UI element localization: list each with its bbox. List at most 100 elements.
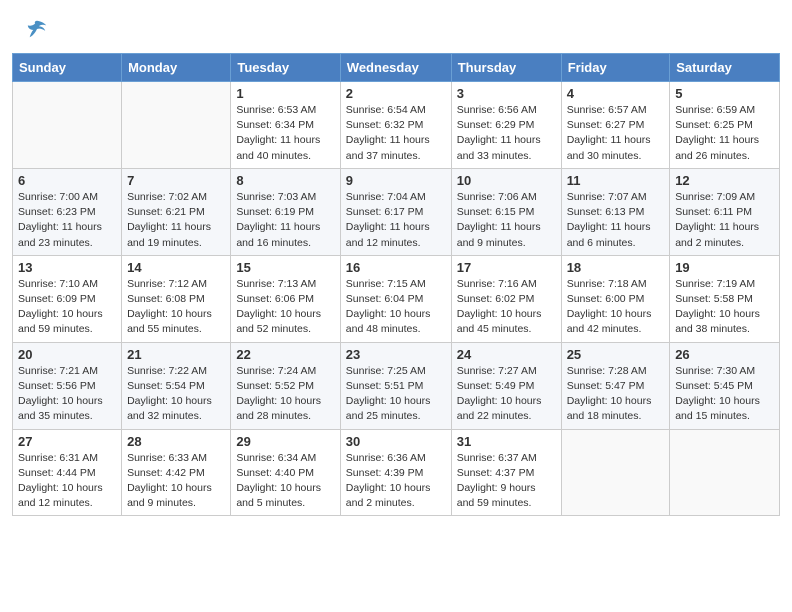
calendar-cell: 29 Sunrise: 6:34 AM Sunset: 4:40 PM Dayli… — [231, 429, 340, 516]
calendar-cell: 11 Sunrise: 7:07 AM Sunset: 6:13 PM Dayli… — [561, 168, 670, 255]
weekday-header-friday: Friday — [561, 54, 670, 82]
day-number: 1 — [236, 86, 334, 101]
calendar-cell: 6Sunrise: 7:00 AM Sunset: 6:23 PM Daylig… — [13, 168, 122, 255]
calendar-cell: 20Sunrise: 7:21 AM Sunset: 5:56 PM Dayli… — [13, 342, 122, 429]
calendar-cell: 27Sunrise: 6:31 AM Sunset: 4:44 PM Dayli… — [13, 429, 122, 516]
day-info: Sunrise: 7:10 AM Sunset: 6:09 PM Dayligh… — [18, 277, 116, 338]
calendar-cell: 13 Sunrise: 7:10 AM Sunset: 6:09 PM Dayli… — [13, 255, 122, 342]
calendar-cell — [122, 82, 231, 169]
calendar-cell: 17 Sunrise: 7:16 AM Sunset: 6:02 PM Dayli… — [451, 255, 561, 342]
calendar-cell: 14Sunrise: 7:12 AM Sunset: 6:08 PM Dayli… — [122, 255, 231, 342]
calendar-week-1: 1 Sunrise: 6:53 AM Sunset: 6:34 PM Daylig… — [13, 82, 780, 169]
calendar-cell: 23 Sunrise: 7:25 AM Sunset: 5:51 PM Dayli… — [340, 342, 451, 429]
day-info: Sunrise: 7:03 AM Sunset: 6:19 PM Dayligh… — [236, 190, 334, 251]
calendar-week-4: 20Sunrise: 7:21 AM Sunset: 5:56 PM Dayli… — [13, 342, 780, 429]
calendar-cell: 5Sunrise: 6:59 AM Sunset: 6:25 PM Daylig… — [670, 82, 780, 169]
day-info: Sunrise: 7:04 AM Sunset: 6:17 PM Dayligh… — [346, 190, 446, 251]
day-number: 9 — [346, 173, 446, 188]
day-number: 21 — [127, 347, 225, 362]
logo — [24, 18, 48, 45]
day-number: 7 — [127, 173, 225, 188]
calendar-cell: 18Sunrise: 7:18 AM Sunset: 6:00 PM Dayli… — [561, 255, 670, 342]
day-number: 5 — [675, 86, 774, 101]
day-info: Sunrise: 7:02 AM Sunset: 6:21 PM Dayligh… — [127, 190, 225, 251]
day-info: Sunrise: 6:54 AM Sunset: 6:32 PM Dayligh… — [346, 103, 446, 164]
day-info: Sunrise: 7:13 AM Sunset: 6:06 PM Dayligh… — [236, 277, 334, 338]
day-info: Sunrise: 7:21 AM Sunset: 5:56 PM Dayligh… — [18, 364, 116, 425]
day-info: Sunrise: 7:19 AM Sunset: 5:58 PM Dayligh… — [675, 277, 774, 338]
calendar-cell: 28Sunrise: 6:33 AM Sunset: 4:42 PM Dayli… — [122, 429, 231, 516]
day-number: 17 — [457, 260, 556, 275]
day-number: 25 — [567, 347, 665, 362]
day-number: 8 — [236, 173, 334, 188]
day-info: Sunrise: 7:15 AM Sunset: 6:04 PM Dayligh… — [346, 277, 446, 338]
weekday-header-thursday: Thursday — [451, 54, 561, 82]
calendar-cell: 9 Sunrise: 7:04 AM Sunset: 6:17 PM Daylig… — [340, 168, 451, 255]
calendar-cell — [561, 429, 670, 516]
day-number: 3 — [457, 86, 556, 101]
day-number: 12 — [675, 173, 774, 188]
calendar-container: SundayMondayTuesdayWednesdayThursdayFrid… — [0, 53, 792, 528]
calendar-cell: 4 Sunrise: 6:57 AM Sunset: 6:27 PM Daylig… — [561, 82, 670, 169]
day-number: 16 — [346, 260, 446, 275]
calendar-cell: 12 Sunrise: 7:09 AM Sunset: 6:11 PM Dayli… — [670, 168, 780, 255]
calendar-week-5: 27Sunrise: 6:31 AM Sunset: 4:44 PM Dayli… — [13, 429, 780, 516]
day-info: Sunrise: 6:53 AM Sunset: 6:34 PM Dayligh… — [236, 103, 334, 164]
calendar-cell — [670, 429, 780, 516]
day-number: 10 — [457, 173, 556, 188]
day-info: Sunrise: 6:37 AM Sunset: 4:37 PM Dayligh… — [457, 451, 556, 512]
calendar-table: SundayMondayTuesdayWednesdayThursdayFrid… — [12, 53, 780, 516]
calendar-cell: 3 Sunrise: 6:56 AM Sunset: 6:29 PM Daylig… — [451, 82, 561, 169]
day-info: Sunrise: 6:36 AM Sunset: 4:39 PM Dayligh… — [346, 451, 446, 512]
calendar-week-2: 6Sunrise: 7:00 AM Sunset: 6:23 PM Daylig… — [13, 168, 780, 255]
weekday-header-monday: Monday — [122, 54, 231, 82]
day-info: Sunrise: 7:07 AM Sunset: 6:13 PM Dayligh… — [567, 190, 665, 251]
calendar-cell: 19 Sunrise: 7:19 AM Sunset: 5:58 PM Dayli… — [670, 255, 780, 342]
day-number: 23 — [346, 347, 446, 362]
calendar-cell: 25 Sunrise: 7:28 AM Sunset: 5:47 PM Dayli… — [561, 342, 670, 429]
day-number: 15 — [236, 260, 334, 275]
weekday-header-saturday: Saturday — [670, 54, 780, 82]
day-info: Sunrise: 7:25 AM Sunset: 5:51 PM Dayligh… — [346, 364, 446, 425]
day-number: 29 — [236, 434, 334, 449]
logo-text — [24, 18, 48, 45]
calendar-cell: 15 Sunrise: 7:13 AM Sunset: 6:06 PM Dayli… — [231, 255, 340, 342]
calendar-cell: 2Sunrise: 6:54 AM Sunset: 6:32 PM Daylig… — [340, 82, 451, 169]
calendar-cell: 26 Sunrise: 7:30 AM Sunset: 5:45 PM Dayli… — [670, 342, 780, 429]
calendar-cell: 31 Sunrise: 6:37 AM Sunset: 4:37 PM Dayli… — [451, 429, 561, 516]
calendar-cell: 24Sunrise: 7:27 AM Sunset: 5:49 PM Dayli… — [451, 342, 561, 429]
day-number: 24 — [457, 347, 556, 362]
day-info: Sunrise: 6:33 AM Sunset: 4:42 PM Dayligh… — [127, 451, 225, 512]
calendar-body: 1 Sunrise: 6:53 AM Sunset: 6:34 PM Daylig… — [13, 82, 780, 516]
day-info: Sunrise: 6:34 AM Sunset: 4:40 PM Dayligh… — [236, 451, 334, 512]
weekday-header-tuesday: Tuesday — [231, 54, 340, 82]
weekday-header-row: SundayMondayTuesdayWednesdayThursdayFrid… — [13, 54, 780, 82]
day-number: 18 — [567, 260, 665, 275]
day-info: Sunrise: 6:56 AM Sunset: 6:29 PM Dayligh… — [457, 103, 556, 164]
day-info: Sunrise: 7:09 AM Sunset: 6:11 PM Dayligh… — [675, 190, 774, 251]
calendar-cell: 21Sunrise: 7:22 AM Sunset: 5:54 PM Dayli… — [122, 342, 231, 429]
calendar-cell: 30Sunrise: 6:36 AM Sunset: 4:39 PM Dayli… — [340, 429, 451, 516]
day-number: 4 — [567, 86, 665, 101]
day-number: 13 — [18, 260, 116, 275]
day-info: Sunrise: 7:12 AM Sunset: 6:08 PM Dayligh… — [127, 277, 225, 338]
calendar-cell: 22 Sunrise: 7:24 AM Sunset: 5:52 PM Dayli… — [231, 342, 340, 429]
calendar-cell: 7 Sunrise: 7:02 AM Sunset: 6:21 PM Daylig… — [122, 168, 231, 255]
calendar-cell: 1 Sunrise: 6:53 AM Sunset: 6:34 PM Daylig… — [231, 82, 340, 169]
day-info: Sunrise: 7:24 AM Sunset: 5:52 PM Dayligh… — [236, 364, 334, 425]
day-number: 31 — [457, 434, 556, 449]
day-number: 11 — [567, 173, 665, 188]
day-info: Sunrise: 7:30 AM Sunset: 5:45 PM Dayligh… — [675, 364, 774, 425]
calendar-week-3: 13 Sunrise: 7:10 AM Sunset: 6:09 PM Dayli… — [13, 255, 780, 342]
day-number: 22 — [236, 347, 334, 362]
day-number: 19 — [675, 260, 774, 275]
calendar-cell: 16 Sunrise: 7:15 AM Sunset: 6:04 PM Dayli… — [340, 255, 451, 342]
day-number: 27 — [18, 434, 116, 449]
day-info: Sunrise: 7:16 AM Sunset: 6:02 PM Dayligh… — [457, 277, 556, 338]
calendar-cell: 8 Sunrise: 7:03 AM Sunset: 6:19 PM Daylig… — [231, 168, 340, 255]
day-info: Sunrise: 6:57 AM Sunset: 6:27 PM Dayligh… — [567, 103, 665, 164]
day-info: Sunrise: 7:00 AM Sunset: 6:23 PM Dayligh… — [18, 190, 116, 251]
day-info: Sunrise: 7:28 AM Sunset: 5:47 PM Dayligh… — [567, 364, 665, 425]
calendar-header: SundayMondayTuesdayWednesdayThursdayFrid… — [13, 54, 780, 82]
day-number: 26 — [675, 347, 774, 362]
